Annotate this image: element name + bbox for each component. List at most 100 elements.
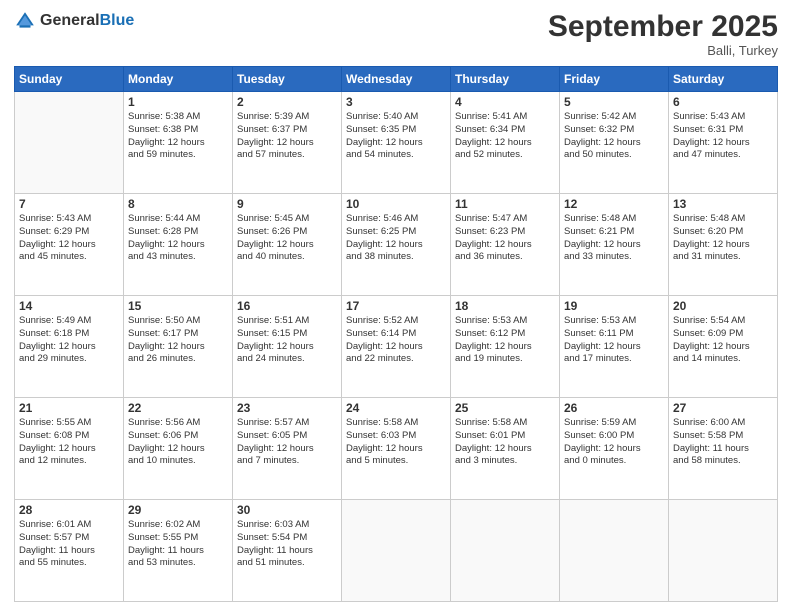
day-number: 19: [564, 299, 664, 313]
day-info: Sunrise: 6:00 AMSunset: 5:58 PMDaylight:…: [673, 417, 773, 468]
day-number: 30: [237, 503, 337, 517]
calendar-cell: [15, 92, 124, 194]
calendar-cell: 12Sunrise: 5:48 AMSunset: 6:21 PMDayligh…: [560, 194, 669, 296]
day-number: 14: [19, 299, 119, 313]
calendar-cell: 1Sunrise: 5:38 AMSunset: 6:38 PMDaylight…: [124, 92, 233, 194]
calendar-cell: [560, 500, 669, 602]
day-info: Sunrise: 5:43 AMSunset: 6:31 PMDaylight:…: [673, 111, 773, 162]
calendar-week-3: 14Sunrise: 5:49 AMSunset: 6:18 PMDayligh…: [15, 296, 778, 398]
day-info: Sunrise: 5:42 AMSunset: 6:32 PMDaylight:…: [564, 111, 664, 162]
day-info: Sunrise: 5:47 AMSunset: 6:23 PMDaylight:…: [455, 213, 555, 264]
calendar-cell: [342, 500, 451, 602]
title-block: September 2025 Balli, Turkey: [548, 10, 778, 58]
calendar-cell: 25 Sunrise: 5:58 AMSunset: 6:01 PMDayligh…: [451, 398, 560, 500]
calendar-cell: 13Sunrise: 5:48 AMSunset: 6:20 PMDayligh…: [669, 194, 778, 296]
calendar-cell: [669, 500, 778, 602]
calendar-cell: 14Sunrise: 5:49 AMSunset: 6:18 PMDayligh…: [15, 296, 124, 398]
month-title: September 2025: [548, 10, 778, 43]
calendar-cell: 7Sunrise: 5:43 AMSunset: 6:29 PMDaylight…: [15, 194, 124, 296]
day-info: Sunrise: 5:57 AMSunset: 6:05 PMDaylight:…: [237, 417, 337, 468]
calendar-cell: 23 Sunrise: 5:57 AMSunset: 6:05 PMDayligh…: [233, 398, 342, 500]
day-info: Sunrise: 5:38 AMSunset: 6:38 PMDaylight:…: [128, 111, 228, 162]
day-info: Sunrise: 5:48 AMSunset: 6:20 PMDaylight:…: [673, 213, 773, 264]
day-info: Sunrise: 5:58 AMSunset: 6:03 PMDaylight:…: [346, 417, 446, 468]
day-number: 12: [564, 197, 664, 211]
weekday-header-monday: Monday: [124, 67, 233, 92]
day-number: 7: [19, 197, 119, 211]
calendar-cell: 6 Sunrise: 5:43 AMSunset: 6:31 PMDaylight…: [669, 92, 778, 194]
logo-general: General: [40, 12, 100, 29]
day-number: 20: [673, 299, 773, 313]
day-number: 17: [346, 299, 446, 313]
day-number: 29: [128, 503, 228, 517]
logo-icon: [14, 10, 36, 32]
header: GeneralBlue September 2025 Balli, Turkey: [14, 10, 778, 58]
day-info: Sunrise: 6:03 AMSunset: 5:54 PMDaylight:…: [237, 519, 337, 570]
day-info: Sunrise: 5:39 AMSunset: 6:37 PMDaylight:…: [237, 111, 337, 162]
logo: GeneralBlue: [14, 10, 134, 32]
day-info: Sunrise: 6:01 AMSunset: 5:57 PMDaylight:…: [19, 519, 119, 570]
day-number: 10: [346, 197, 446, 211]
calendar-cell: 29Sunrise: 6:02 AMSunset: 5:55 PMDayligh…: [124, 500, 233, 602]
day-number: 28: [19, 503, 119, 517]
calendar-cell: 3Sunrise: 5:40 AMSunset: 6:35 PMDaylight…: [342, 92, 451, 194]
weekday-header-thursday: Thursday: [451, 67, 560, 92]
day-number: 8: [128, 197, 228, 211]
calendar-cell: 27 Sunrise: 6:00 AMSunset: 5:58 PMDayligh…: [669, 398, 778, 500]
calendar-cell: 17 Sunrise: 5:52 AMSunset: 6:14 PMDayligh…: [342, 296, 451, 398]
day-info: Sunrise: 5:58 AMSunset: 6:01 PMDaylight:…: [455, 417, 555, 468]
day-info: Sunrise: 5:52 AMSunset: 6:14 PMDaylight:…: [346, 315, 446, 366]
day-number: 4: [455, 95, 555, 109]
calendar-cell: 9Sunrise: 5:45 AMSunset: 6:26 PMDaylight…: [233, 194, 342, 296]
calendar-cell: 22 Sunrise: 5:56 AMSunset: 6:06 PMDayligh…: [124, 398, 233, 500]
calendar-cell: 28 Sunrise: 6:01 AMSunset: 5:57 PMDayligh…: [15, 500, 124, 602]
day-info: Sunrise: 5:46 AMSunset: 6:25 PMDaylight:…: [346, 213, 446, 264]
day-info: Sunrise: 5:59 AMSunset: 6:00 PMDaylight:…: [564, 417, 664, 468]
calendar-cell: 15 Sunrise: 5:50 AMSunset: 6:17 PMDayligh…: [124, 296, 233, 398]
calendar-cell: 4 Sunrise: 5:41 AMSunset: 6:34 PMDaylight…: [451, 92, 560, 194]
calendar-week-5: 28 Sunrise: 6:01 AMSunset: 5:57 PMDayligh…: [15, 500, 778, 602]
day-number: 22: [128, 401, 228, 415]
calendar-week-2: 7Sunrise: 5:43 AMSunset: 6:29 PMDaylight…: [15, 194, 778, 296]
day-number: 27: [673, 401, 773, 415]
day-info: Sunrise: 5:41 AMSunset: 6:34 PMDaylight:…: [455, 111, 555, 162]
day-number: 16: [237, 299, 337, 313]
calendar-cell: [451, 500, 560, 602]
day-info: Sunrise: 5:50 AMSunset: 6:17 PMDaylight:…: [128, 315, 228, 366]
day-info: Sunrise: 5:56 AMSunset: 6:06 PMDaylight:…: [128, 417, 228, 468]
day-info: Sunrise: 5:54 AMSunset: 6:09 PMDaylight:…: [673, 315, 773, 366]
logo-blue: Blue: [100, 12, 135, 29]
day-info: Sunrise: 5:55 AMSunset: 6:08 PMDaylight:…: [19, 417, 119, 468]
weekday-header-saturday: Saturday: [669, 67, 778, 92]
weekday-header-friday: Friday: [560, 67, 669, 92]
calendar-week-4: 21Sunrise: 5:55 AMSunset: 6:08 PMDayligh…: [15, 398, 778, 500]
day-info: Sunrise: 5:53 AMSunset: 6:11 PMDaylight:…: [564, 315, 664, 366]
calendar-cell: 24 Sunrise: 5:58 AMSunset: 6:03 PMDayligh…: [342, 398, 451, 500]
calendar-cell: 8 Sunrise: 5:44 AMSunset: 6:28 PMDaylight…: [124, 194, 233, 296]
calendar-cell: 5 Sunrise: 5:42 AMSunset: 6:32 PMDaylight…: [560, 92, 669, 194]
calendar-table: SundayMondayTuesdayWednesdayThursdayFrid…: [14, 66, 778, 602]
day-number: 25: [455, 401, 555, 415]
calendar-cell: 11 Sunrise: 5:47 AMSunset: 6:23 PMDayligh…: [451, 194, 560, 296]
day-number: 2: [237, 95, 337, 109]
weekday-header-sunday: Sunday: [15, 67, 124, 92]
day-info: Sunrise: 5:40 AMSunset: 6:35 PMDaylight:…: [346, 111, 446, 162]
day-number: 15: [128, 299, 228, 313]
weekday-header-wednesday: Wednesday: [342, 67, 451, 92]
calendar-cell: 26 Sunrise: 5:59 AMSunset: 6:00 PMDayligh…: [560, 398, 669, 500]
day-info: Sunrise: 5:44 AMSunset: 6:28 PMDaylight:…: [128, 213, 228, 264]
location: Balli, Turkey: [548, 43, 778, 58]
page: GeneralBlue September 2025 Balli, Turkey…: [0, 0, 792, 612]
day-number: 11: [455, 197, 555, 211]
day-number: 24: [346, 401, 446, 415]
calendar-cell: 16Sunrise: 5:51 AMSunset: 6:15 PMDayligh…: [233, 296, 342, 398]
calendar-cell: 19 Sunrise: 5:53 AMSunset: 6:11 PMDayligh…: [560, 296, 669, 398]
day-number: 6: [673, 95, 773, 109]
day-number: 5: [564, 95, 664, 109]
day-number: 26: [564, 401, 664, 415]
calendar-cell: 2 Sunrise: 5:39 AMSunset: 6:37 PMDaylight…: [233, 92, 342, 194]
calendar-cell: 21Sunrise: 5:55 AMSunset: 6:08 PMDayligh…: [15, 398, 124, 500]
logo-text: GeneralBlue: [40, 12, 134, 30]
day-info: Sunrise: 5:53 AMSunset: 6:12 PMDaylight:…: [455, 315, 555, 366]
day-number: 23: [237, 401, 337, 415]
